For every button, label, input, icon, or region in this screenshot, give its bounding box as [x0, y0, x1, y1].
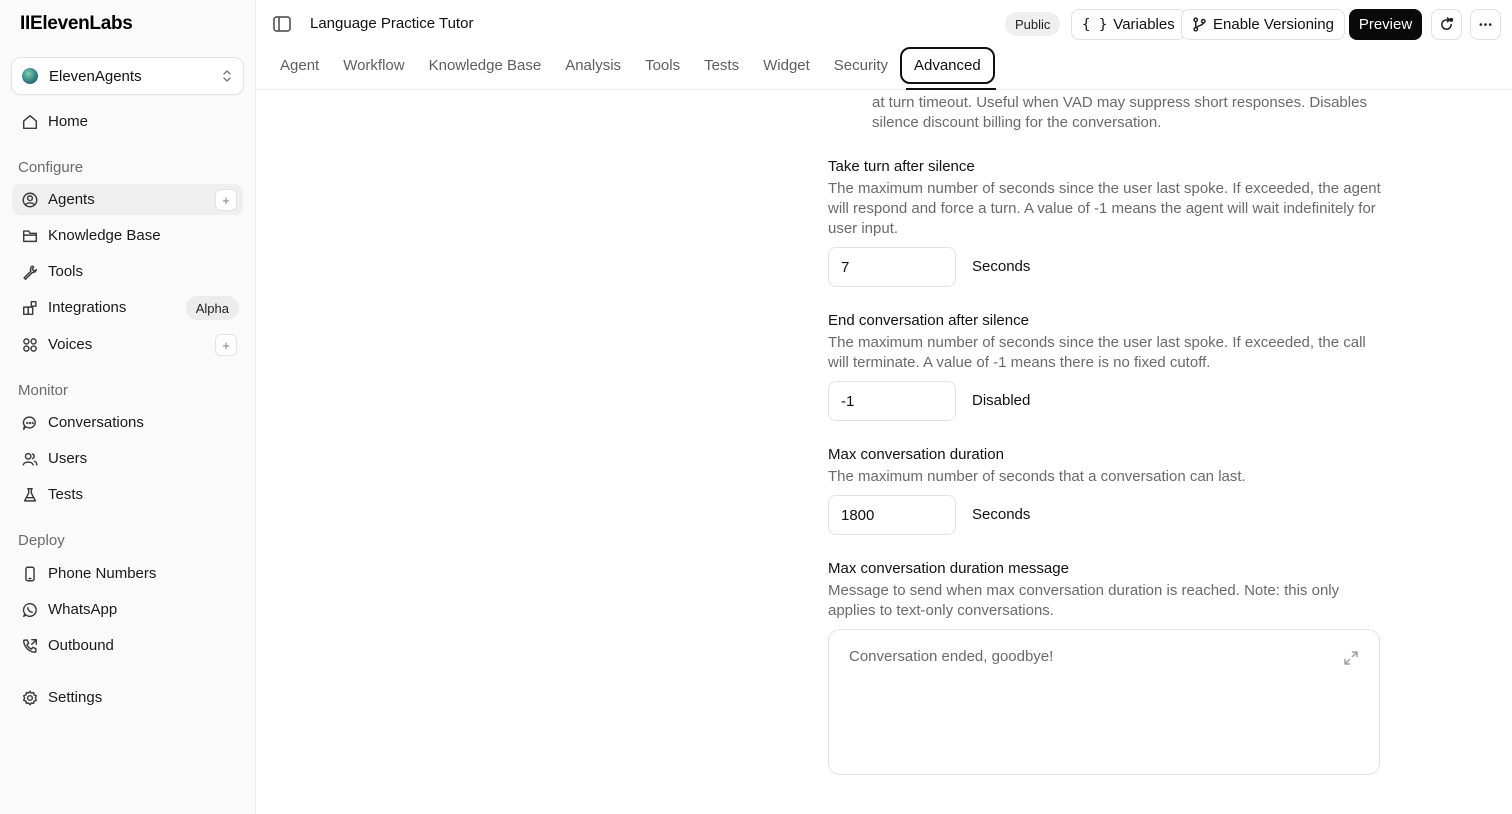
sidebar-item-settings[interactable]: Settings	[12, 682, 243, 713]
sidebar-toggle-icon[interactable]	[273, 16, 291, 32]
sidebar-item-whatsapp[interactable]: WhatsApp	[12, 594, 243, 625]
more-horizontal-icon	[1479, 23, 1492, 26]
public-badge: Public	[1005, 12, 1061, 36]
enable-versioning-button[interactable]: Enable Versioning	[1181, 9, 1345, 40]
sidebar-item-knowledge-base[interactable]: Knowledge Base	[12, 220, 243, 251]
refresh-button[interactable]	[1431, 9, 1462, 40]
truncated-description: at turn timeout. Useful when VAD may sup…	[872, 94, 1367, 131]
take-turn-unit: Seconds	[972, 258, 1031, 275]
variables-button[interactable]: { } Variables	[1071, 9, 1186, 40]
refresh-chat-icon	[1441, 17, 1454, 30]
chat-bubble-icon	[20, 413, 40, 433]
top-header: Language Practice Tutor Public { } Varia…	[256, 0, 1512, 90]
sidebar-item-label: Outbound	[48, 637, 114, 654]
workspace-name: ElevenAgents	[49, 67, 142, 85]
tab-knowledge-base[interactable]: Knowledge Base	[417, 47, 554, 84]
max-duration-seconds-input[interactable]: 1800	[828, 495, 956, 535]
take-turn-seconds-input[interactable]: 7	[828, 247, 956, 287]
sidebar-item-agents[interactable]: Agents +	[12, 184, 243, 215]
voices-icon	[20, 335, 40, 355]
sidebar-item-label: Tools	[48, 263, 84, 280]
wrench-icon	[20, 262, 40, 282]
sidebar-item-voices[interactable]: Voices +	[12, 329, 243, 360]
tab-tools[interactable]: Tools	[633, 47, 692, 84]
workspace-switcher[interactable]: ElevenAgents	[11, 57, 244, 95]
sidebar-item-label: Conversations	[48, 414, 144, 431]
end-conversation-seconds-input[interactable]: -1	[828, 381, 956, 421]
sidebar-item-label: Phone Numbers	[48, 565, 157, 582]
folder-icon	[20, 226, 40, 246]
tab-widget[interactable]: Widget	[751, 47, 822, 84]
add-voice-button[interactable]: +	[215, 334, 237, 356]
tab-workflow[interactable]: Workflow	[331, 47, 416, 84]
elevenlabs-logo[interactable]: IIElevenLabs	[20, 13, 133, 35]
section-deploy: Deploy	[18, 532, 65, 549]
phone-outgoing-icon	[20, 636, 40, 656]
phone-device-icon	[20, 564, 40, 584]
tab-advanced[interactable]: Advanced	[899, 47, 995, 84]
sidebar-item-integrations[interactable]: Integrations Alpha	[12, 292, 243, 323]
user-circle-icon	[20, 190, 40, 210]
sidebar-item-phone-numbers[interactable]: Phone Numbers	[12, 558, 243, 589]
max-duration-message-text: Conversation ended, goodbye!	[849, 648, 1054, 665]
sidebar-item-home[interactable]: Home	[12, 106, 243, 137]
gear-icon	[20, 688, 40, 708]
max-duration-title: Max conversation duration	[828, 446, 1004, 463]
sidebar-item-label: Knowledge Base	[48, 227, 161, 244]
whatsapp-icon	[20, 600, 40, 620]
enable-versioning-label: Enable Versioning	[1213, 16, 1334, 33]
tab-analysis[interactable]: Analysis	[553, 47, 633, 84]
take-turn-description: The maximum number of seconds since the …	[828, 180, 1381, 237]
sidebar-item-label: Integrations	[48, 299, 127, 316]
end-conversation-unit: Disabled	[972, 392, 1031, 409]
expand-icon[interactable]	[1343, 650, 1359, 666]
active-tab-indicator	[906, 88, 996, 90]
sidebar-item-conversations[interactable]: Conversations	[12, 407, 243, 438]
tab-tests[interactable]: Tests	[692, 47, 751, 84]
max-duration-message-textarea[interactable]: Conversation ended, goodbye!	[828, 629, 1380, 775]
home-icon	[20, 112, 40, 132]
section-configure: Configure	[18, 159, 84, 176]
sidebar: IIElevenLabs ElevenAgents Home Configure…	[0, 0, 256, 814]
sidebar-item-tests[interactable]: Tests	[12, 479, 243, 510]
max-duration-unit: Seconds	[972, 506, 1031, 523]
integrations-icon	[20, 298, 40, 318]
sidebar-item-users[interactable]: Users	[12, 443, 243, 474]
more-options-button[interactable]	[1470, 9, 1501, 40]
section-monitor: Monitor	[18, 382, 69, 399]
preview-button[interactable]: Preview	[1349, 9, 1422, 40]
workspace-orb-icon	[22, 68, 38, 84]
sidebar-item-label: Voices	[48, 336, 93, 353]
sidebar-item-label: Settings	[48, 689, 103, 706]
git-branch-icon	[1193, 17, 1206, 32]
sidebar-item-outbound[interactable]: Outbound	[12, 630, 243, 661]
max-duration-message-title: Max conversation duration message	[828, 560, 1069, 577]
take-turn-title: Take turn after silence	[828, 158, 975, 175]
sidebar-item-label: Agents	[48, 191, 95, 208]
page-title: Language Practice Tutor	[310, 15, 474, 32]
add-agent-button[interactable]: +	[215, 189, 237, 211]
max-duration-message-description: Message to send when max conversation du…	[828, 582, 1340, 619]
flask-icon	[20, 485, 40, 505]
alpha-badge: Alpha	[185, 296, 239, 320]
agent-tabs: Agent Workflow Knowledge Base Analysis T…	[268, 47, 995, 84]
max-duration-description: The maximum number of seconds that a con…	[828, 468, 1246, 485]
tab-agent[interactable]: Agent	[268, 47, 331, 84]
sidebar-item-label: Users	[48, 450, 88, 467]
end-conversation-description: The maximum number of seconds since the …	[828, 334, 1366, 371]
chevron-up-down-icon	[223, 70, 231, 82]
curly-braces-icon: { }	[1082, 16, 1108, 33]
sidebar-item-tools[interactable]: Tools	[12, 256, 243, 287]
tab-security[interactable]: Security	[822, 47, 900, 84]
users-icon	[20, 449, 40, 469]
sidebar-item-label: Tests	[48, 486, 84, 503]
sidebar-item-label: WhatsApp	[48, 601, 118, 618]
variables-label: Variables	[1113, 16, 1175, 33]
end-conversation-title: End conversation after silence	[828, 312, 1029, 329]
sidebar-item-label: Home	[48, 113, 89, 130]
